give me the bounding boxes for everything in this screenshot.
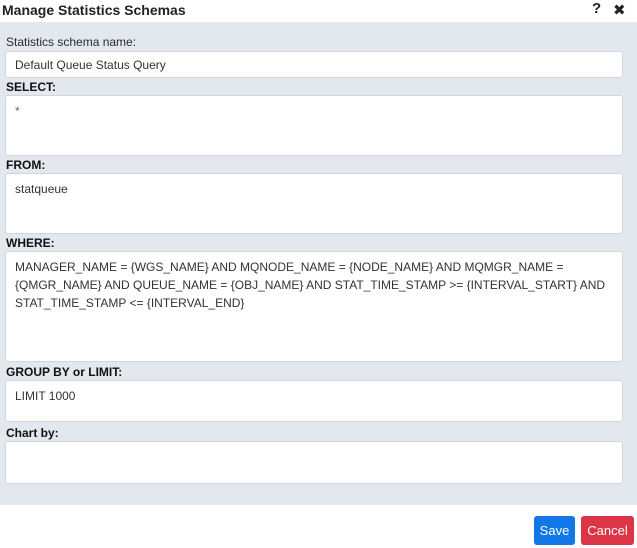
select-label: SELECT: [6,80,57,94]
dialog-footer: Save Cancel [0,505,637,548]
schema-name-label: Statistics schema name: [6,35,137,49]
group-by-textarea[interactable]: LIMIT 1000 [5,380,623,422]
dialog-body: Statistics schema name: Default Queue St… [0,22,637,505]
dialog-header: Manage Statistics Schemas ? ✖ [0,0,637,22]
cancel-button[interactable]: Cancel [581,516,634,545]
from-textarea[interactable]: statqueue [5,173,623,234]
close-icon[interactable]: ✖ [613,1,626,19]
schema-name-input[interactable]: Default Queue Status Query [5,51,623,78]
chart-by-textarea[interactable] [5,441,623,484]
chart-by-label: Chart by: [6,426,59,440]
from-label: FROM: [6,158,46,172]
where-label: WHERE: [6,236,55,250]
save-button[interactable]: Save [534,516,575,545]
where-textarea[interactable]: MANAGER_NAME = {WGS_NAME} AND MQNODE_NAM… [5,251,623,362]
group-by-label: GROUP BY or LIMIT: [6,365,123,379]
select-textarea[interactable]: * [5,95,623,156]
dialog-title: Manage Statistics Schemas [2,2,186,18]
help-icon[interactable]: ? [592,0,601,17]
manage-statistics-schemas-dialog: Manage Statistics Schemas ? ✖ Statistics… [0,0,637,548]
